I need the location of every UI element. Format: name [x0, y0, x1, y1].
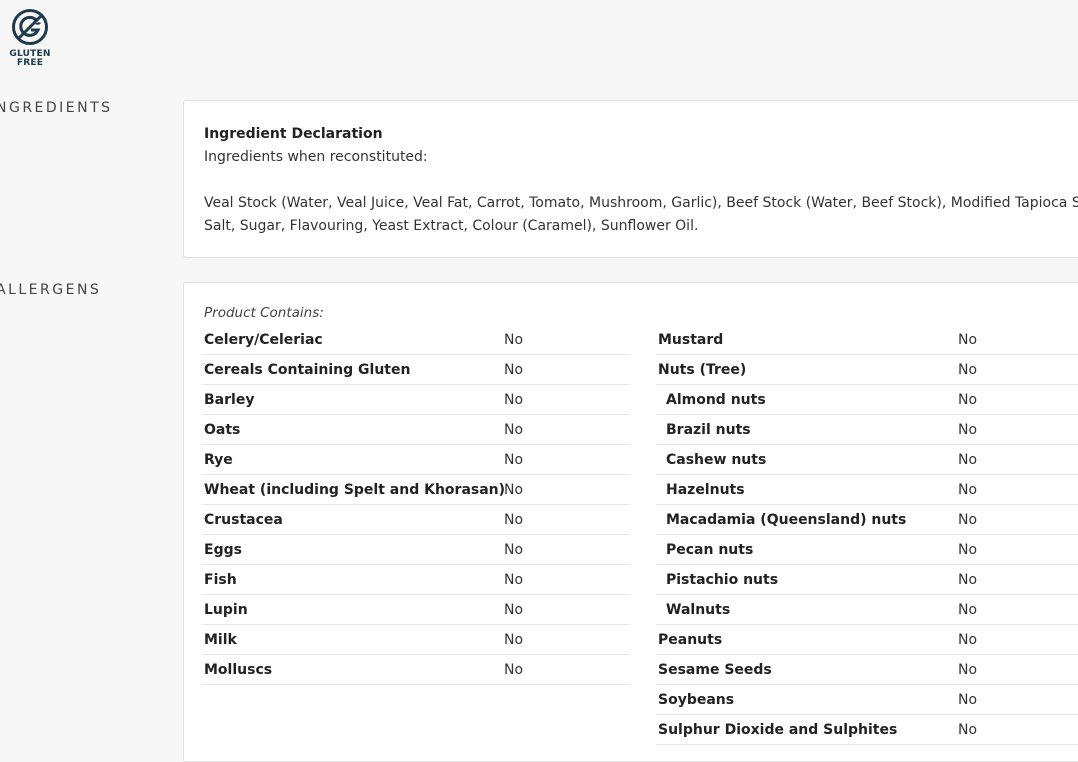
ingredients-line-2: Salt, Sugar, Flavouring, Yeast Extract, …: [204, 218, 699, 234]
ingredients-subtitle: Ingredients when reconstituted:: [204, 149, 428, 165]
allergen-row: Mustard No: [656, 325, 1078, 355]
allergen-value: No: [504, 601, 524, 618]
allergen-value: No: [958, 631, 978, 648]
allergen-value: No: [958, 391, 978, 408]
allergen-row: Barley No: [202, 385, 630, 415]
allergen-name: Molluscs: [204, 661, 273, 678]
allergen-row: Macadamia (Queensland) nuts No: [656, 505, 1078, 535]
allergen-name: Crustacea: [204, 511, 283, 528]
allergen-row: Cashew nuts No: [656, 445, 1078, 475]
allergen-row: Fish No: [202, 565, 630, 595]
allergen-value: No: [504, 481, 524, 498]
allergens-card: Product Contains: Celery/Celeriac No Cerea…: [183, 282, 1078, 762]
allergen-name: Rye: [204, 451, 233, 468]
allergen-name: Celery/Celeriac: [204, 331, 323, 348]
allergen-column-right: Mustard No Nuts (Tree) No Almond nuts No Brazi…: [656, 325, 1078, 745]
allergen-value: No: [504, 541, 524, 558]
allergen-name: Sesame Seeds: [658, 661, 772, 678]
allergen-name: Macadamia (Queensland) nuts: [666, 511, 907, 528]
allergen-row: Cereals Containing Gluten No: [202, 355, 630, 385]
ingredient-declaration-title: Ingredient Declaration: [204, 126, 383, 142]
allergen-row: Celery/Celeriac No: [202, 325, 630, 355]
badge-text: GLUTEN FREE: [9, 50, 50, 68]
gluten-free-icon: [12, 9, 48, 45]
allergen-name: Soybeans: [658, 691, 735, 708]
allergen-name: Peanuts: [658, 631, 723, 648]
allergen-row: Eggs No: [202, 535, 630, 565]
allergen-row: Sesame Seeds No: [656, 655, 1078, 685]
allergen-name: Oats: [204, 421, 241, 438]
allergen-name: Eggs: [204, 541, 242, 558]
allergen-value: No: [958, 421, 978, 438]
allergen-row: Brazil nuts No: [656, 415, 1078, 445]
allergen-row: Soybeans No: [656, 685, 1078, 715]
allergen-value: No: [958, 541, 978, 558]
allergen-row: Rye No: [202, 445, 630, 475]
ingredients-list: Veal Stock (Water, Veal Juice, Veal Fat,…: [204, 192, 1078, 238]
allergen-row: Wheat (including Spelt and Khorasan) No: [202, 475, 630, 505]
allergen-value: No: [958, 331, 978, 348]
allergen-value: No: [958, 571, 978, 588]
allergen-value: No: [958, 691, 978, 708]
allergen-value: No: [504, 631, 524, 648]
allergen-row: Sulphur Dioxide and Sulphites No: [656, 715, 1078, 745]
allergen-value: No: [504, 331, 524, 348]
allergen-name: Brazil nuts: [666, 421, 751, 438]
ingredients-card: Ingredient Declaration Ingredients when …: [183, 100, 1078, 258]
allergen-row: Oats No: [202, 415, 630, 445]
allergen-name: Fish: [204, 571, 237, 588]
allergen-row: Crustacea No: [202, 505, 630, 535]
allergen-row: Walnuts No: [656, 595, 1078, 625]
allergen-value: No: [504, 391, 524, 408]
allergen-name: Pistachio nuts: [666, 571, 779, 588]
allergen-value: No: [958, 661, 978, 678]
allergen-name: Lupin: [204, 601, 248, 618]
product-contains-label: Product Contains:: [204, 305, 324, 321]
allergen-row: Molluscs No: [202, 655, 630, 685]
allergen-value: No: [504, 451, 524, 468]
allergen-row: Milk No: [202, 625, 630, 655]
ingredients-section-label: NGREDIENTS: [0, 100, 113, 116]
allergen-name: Wheat (including Spelt and Khorasan): [204, 481, 506, 498]
allergen-name: Mustard: [658, 331, 724, 348]
allergen-row: Lupin No: [202, 595, 630, 625]
allergen-value: No: [958, 451, 978, 468]
allergen-value: No: [504, 361, 524, 378]
allergen-value: No: [504, 571, 524, 588]
allergen-row: Pistachio nuts No: [656, 565, 1078, 595]
allergen-name: Sulphur Dioxide and Sulphites: [658, 721, 898, 738]
allergens-section-label: ALLERGENS: [0, 282, 102, 298]
allergen-column-left: Celery/Celeriac No Cereals Containing Glut…: [202, 325, 630, 685]
allergen-value: No: [958, 721, 978, 738]
allergen-value: No: [504, 661, 524, 678]
allergen-row: Pecan nuts No: [656, 535, 1078, 565]
allergen-value: No: [958, 481, 978, 498]
ingredients-line-1: Veal Stock (Water, Veal Juice, Veal Fat,…: [204, 195, 1078, 211]
allergen-row: Peanuts No: [656, 625, 1078, 655]
allergen-row: Nuts (Tree) No: [656, 355, 1078, 385]
allergen-value: No: [504, 511, 524, 528]
allergen-value: No: [958, 361, 978, 378]
allergen-value: No: [504, 421, 524, 438]
allergen-name: Cereals Containing Gluten: [204, 361, 411, 378]
allergen-name: Barley: [204, 391, 255, 408]
badge-line2: FREE: [16, 58, 44, 68]
allergen-row: Almond nuts No: [656, 385, 1078, 415]
allergen-name: Walnuts: [666, 601, 731, 618]
allergen-name: Cashew nuts: [666, 451, 767, 468]
allergen-name: Nuts (Tree): [658, 361, 747, 378]
gluten-free-badge: GLUTEN FREE: [8, 8, 52, 68]
allergen-value: No: [958, 511, 978, 528]
allergen-name: Hazelnuts: [666, 481, 745, 498]
allergen-row: Hazelnuts No: [656, 475, 1078, 505]
allergen-value: No: [958, 601, 978, 618]
allergen-name: Milk: [204, 631, 237, 648]
allergen-name: Pecan nuts: [666, 541, 754, 558]
allergen-name: Almond nuts: [666, 391, 766, 408]
